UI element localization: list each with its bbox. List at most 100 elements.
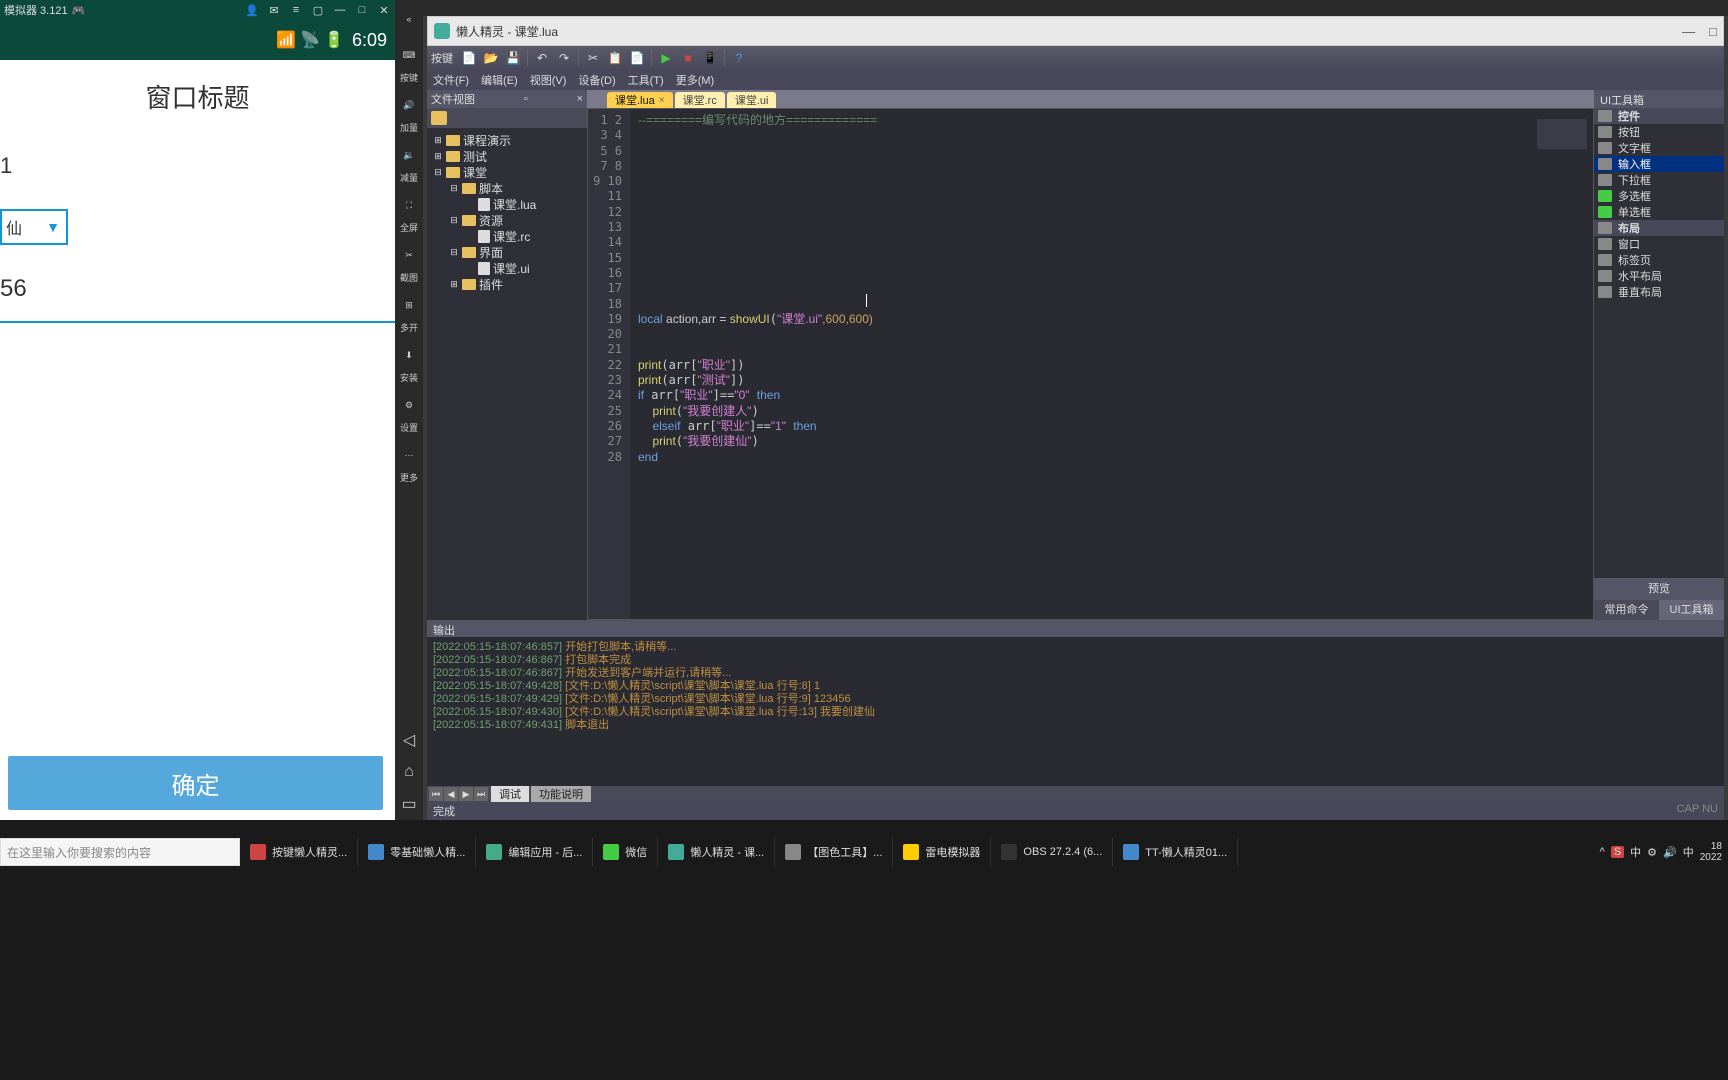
save-icon[interactable]: 💾: [503, 48, 523, 68]
toolbox-item[interactable]: 窗口: [1594, 236, 1724, 252]
menu-file[interactable]: 文件(F): [433, 72, 469, 88]
taskbar-item[interactable]: 零基础懒人精...: [358, 838, 476, 866]
tray-icon[interactable]: ⚙: [1647, 846, 1657, 859]
ide-titlebar[interactable]: 懒人精灵 - 课堂.lua — □: [427, 16, 1724, 46]
menu-icon[interactable]: ≡: [289, 3, 303, 17]
toolbox-tab[interactable]: 常用命令: [1594, 600, 1659, 620]
new-icon[interactable]: 📄: [459, 48, 479, 68]
pin-icon[interactable]: ▫: [524, 93, 528, 105]
taskbar-item[interactable]: 微信: [593, 838, 658, 866]
toolbox-tab-active[interactable]: UI工具箱: [1659, 600, 1724, 620]
menu-device[interactable]: 设备(D): [578, 72, 615, 88]
preview-button[interactable]: 预览: [1594, 578, 1724, 600]
collapse-button[interactable]: «: [397, 7, 421, 31]
paste-icon[interactable]: 📄: [627, 48, 647, 68]
folder-icon[interactable]: [431, 111, 447, 125]
maximize-icon[interactable]: □: [355, 3, 369, 17]
toolbox-item[interactable]: 单选框: [1594, 204, 1724, 220]
taskbar-item[interactable]: 按键懒人精灵...: [240, 838, 358, 866]
output-tab[interactable]: 功能说明: [531, 786, 591, 802]
toolbox-item[interactable]: 文字框: [1594, 140, 1724, 156]
output-body[interactable]: [2022:05:15-18:07:46:857] 开始打包脚本,请稍等...[…: [427, 637, 1724, 786]
prev-icon[interactable]: ◀: [444, 787, 458, 801]
stop-icon[interactable]: ■: [678, 48, 698, 68]
menu-more[interactable]: 更多(M): [676, 72, 715, 88]
minimize-button[interactable]: —: [1682, 24, 1695, 39]
tree-node[interactable]: ⊟资源: [429, 212, 585, 228]
undo-icon[interactable]: ↶: [532, 48, 552, 68]
tray-up-icon[interactable]: ^: [1600, 846, 1605, 858]
ime-icon[interactable]: S: [1611, 846, 1624, 858]
tree-node[interactable]: ⊞插件: [429, 276, 585, 292]
device-icon[interactable]: 📱: [700, 48, 720, 68]
menu-edit[interactable]: 编辑(E): [481, 72, 518, 88]
tab-active[interactable]: 课堂.lua×: [607, 92, 673, 108]
close-tab-icon[interactable]: ×: [659, 95, 665, 106]
menu-tools[interactable]: 工具(T): [628, 72, 664, 88]
help-icon[interactable]: ?: [729, 48, 749, 68]
redo-icon[interactable]: ↷: [554, 48, 574, 68]
run-icon[interactable]: ▶: [656, 48, 676, 68]
install-icon[interactable]: ⬇: [397, 343, 421, 367]
taskbar-item[interactable]: TT-懒人精灵01...: [1113, 838, 1238, 866]
taskbar-item[interactable]: 【图色工具】...: [775, 838, 893, 866]
tray-icon[interactable]: 🔊: [1663, 846, 1677, 859]
emulator-titlebar[interactable]: 模拟器 3.121 🎮 👤 ✉ ≡ ▢ — □ ✕: [0, 0, 395, 20]
ime-lang[interactable]: 中: [1630, 844, 1641, 860]
tree-node[interactable]: ⊟课堂: [429, 164, 585, 180]
volume-down-icon[interactable]: 🔉: [397, 143, 421, 167]
more-icon[interactable]: ⋯: [397, 443, 421, 467]
copy-icon[interactable]: 📋: [605, 48, 625, 68]
user-icon[interactable]: 👤: [245, 3, 259, 17]
minimap[interactable]: [1513, 109, 1593, 619]
screenshot-icon[interactable]: ✂: [397, 243, 421, 267]
close-icon[interactable]: ✕: [377, 3, 391, 17]
multi-icon[interactable]: ⊞: [397, 293, 421, 317]
back-icon[interactable]: ◁: [399, 730, 419, 750]
mail-icon[interactable]: ✉: [267, 3, 281, 17]
settings-icon[interactable]: ⚙: [397, 393, 421, 417]
keymap-icon[interactable]: ⌨: [397, 43, 421, 67]
close-panel-icon[interactable]: ×: [577, 93, 583, 105]
toolbox-item[interactable]: 按钮: [1594, 124, 1724, 140]
fullscreen-icon[interactable]: ⛶: [397, 193, 421, 217]
tree-node[interactable]: ⊟脚本: [429, 180, 585, 196]
toolbox-item[interactable]: 多选框: [1594, 188, 1724, 204]
menu-view[interactable]: 视图(V): [530, 72, 567, 88]
ime-lang[interactable]: 中: [1683, 844, 1694, 860]
system-tray[interactable]: ^ S 中 ⚙ 🔊 中 182022: [1594, 841, 1728, 863]
taskbar-item[interactable]: 编辑应用 - 后...: [476, 838, 593, 866]
first-icon[interactable]: ⏮: [429, 787, 443, 801]
toolbox-item-selected[interactable]: 输入框: [1594, 156, 1724, 172]
last-icon[interactable]: ⏭: [474, 787, 488, 801]
cut-icon[interactable]: ✂: [583, 48, 603, 68]
taskbar-item[interactable]: OBS 27.2.4 (6...: [991, 838, 1113, 866]
output-tab-active[interactable]: 调试: [491, 786, 529, 802]
minimize-icon[interactable]: —: [333, 3, 347, 17]
taskbar-item[interactable]: 雷电模拟器: [893, 838, 991, 866]
maximize-button[interactable]: □: [1709, 24, 1717, 39]
tab[interactable]: 课堂.rc: [675, 92, 725, 108]
window-icon[interactable]: ▢: [311, 3, 325, 17]
code-content[interactable]: --========编写代码的地方============= local act…: [630, 109, 1513, 619]
open-icon[interactable]: 📂: [481, 48, 501, 68]
home-icon[interactable]: ⌂: [399, 762, 419, 782]
tree-file[interactable]: 课堂.rc: [429, 228, 585, 244]
volume-up-icon[interactable]: 🔊: [397, 93, 421, 117]
toolbox-item[interactable]: 水平布局: [1594, 268, 1724, 284]
tab[interactable]: 课堂.ui: [727, 92, 777, 108]
recents-icon[interactable]: ▭: [399, 794, 419, 814]
code-editor[interactable]: 1 2 3 4 5 6 7 8 9 10 11 12 13 14 15 16 1…: [587, 108, 1594, 620]
taskbar-clock[interactable]: 182022: [1700, 841, 1722, 863]
tree-file[interactable]: 课堂.ui: [429, 260, 585, 276]
tree-node[interactable]: ⊞课程演示: [429, 132, 585, 148]
toolbox-item[interactable]: 标签页: [1594, 252, 1724, 268]
confirm-button[interactable]: 确定: [8, 756, 383, 810]
tree-node[interactable]: ⊟界面: [429, 244, 585, 260]
toolbox-item[interactable]: 垂直布局: [1594, 284, 1724, 300]
dropdown-select[interactable]: 仙 ▼: [0, 209, 68, 245]
taskbar-item[interactable]: 懒人精灵 - 课...: [658, 838, 775, 866]
toolbox-item[interactable]: 下拉框: [1594, 172, 1724, 188]
windows-search[interactable]: 在这里输入你要搜索的内容: [0, 838, 240, 866]
next-icon[interactable]: ▶: [459, 787, 473, 801]
